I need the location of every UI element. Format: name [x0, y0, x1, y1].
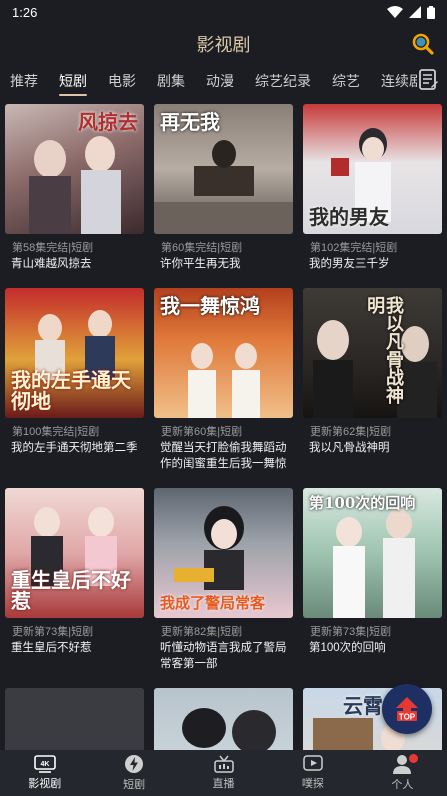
nav-short-drama[interactable]: 短剧 [89, 750, 178, 796]
poster-overlay-title: 第100次的回响 [309, 494, 416, 512]
drama-card[interactable]: 我的男友 第102集完结|短剧 我的男友三千岁 [303, 104, 442, 272]
nav-label: 影视剧 [28, 778, 62, 790]
app-bar: 影视剧 [0, 24, 447, 64]
episode-status: 更新第62集|短剧 [310, 426, 392, 438]
drama-card[interactable]: 我成了警局常客 更新第82集|短剧 听懂动物语言我成了警局常客第一部 [154, 488, 293, 672]
search-icon [412, 33, 434, 55]
bottom-nav: 4K 影视剧 短剧 直播 噗探 个人 [0, 750, 447, 796]
live-icon [213, 755, 234, 773]
drama-title: 许你平生再无我 [160, 258, 241, 270]
status-icons [387, 5, 435, 19]
drama-card[interactable]: 我一舞惊鸿 更新第60集|短剧 觉醒当天打脸偷我舞蹈动作的闺蜜重生后我一舞惊 [154, 288, 293, 472]
tab-variety-documentary[interactable]: 综艺纪录 [255, 64, 311, 98]
nav-label: 噗探 [301, 778, 324, 790]
tab-movie[interactable]: 电影 [108, 64, 136, 98]
poster-overlay-title: 我一舞惊鸿 [160, 294, 260, 318]
poster-image [154, 688, 293, 750]
drama-title: 重生皇后不好惹 [11, 642, 92, 654]
drama-title: 觉醒当天打脸偷我舞蹈动作的闺蜜重生后我一舞惊 [160, 442, 287, 470]
poster-overlay-title: 我的左手通天彻地 [11, 368, 131, 413]
poster-overlay-title: 我的男友 [309, 205, 389, 229]
nav-profile[interactable]: 个人 [358, 750, 447, 796]
lightning-icon [125, 755, 144, 773]
poster-overlay-title: 我成了警局常客 [160, 594, 266, 613]
poster-image: 重生皇后不好惹 [5, 488, 144, 618]
drama-card[interactable]: 再无我 第60集完结|短剧 许你平生再无我 [154, 104, 293, 272]
poster-image: 我的男友 [303, 104, 442, 234]
notification-badge [408, 754, 418, 763]
drama-title: 听懂动物语言我成了警局常客第一部 [160, 642, 287, 670]
page-title: 影视剧 [196, 35, 251, 55]
nav-explore[interactable]: 噗探 [268, 750, 357, 796]
poster-figures [182, 708, 276, 750]
poster-overlay-title: 再无我 [160, 110, 220, 134]
list-menu-icon [419, 69, 438, 90]
status-time: 1:26 [12, 4, 38, 20]
nav-live[interactable]: 直播 [179, 750, 268, 796]
episode-status: 更新第60集|短剧 [161, 426, 243, 438]
tab-series[interactable]: 剧集 [157, 64, 185, 98]
poster-image: 我成了警局常客 [154, 488, 293, 618]
drama-title: 青山难越风掠去 [11, 258, 92, 270]
drama-title: 我以凡骨战神明 [309, 442, 390, 454]
drama-grid: 风掠去 第58集完结|短剧 青山难越风掠去 再无我 第60集完结|短剧 许你平生… [0, 100, 447, 750]
drama-card[interactable] [154, 688, 293, 750]
nav-label: 短剧 [123, 779, 146, 791]
poster-overlay-title: 风掠去 [78, 110, 138, 134]
drama-title: 我的左手通天彻地第二季 [11, 442, 138, 454]
wifi-icon [387, 6, 403, 18]
tab-variety[interactable]: 综艺 [332, 64, 360, 98]
top-arrow-icon: TOP [396, 697, 418, 721]
episode-status: 更新第73集|短剧 [12, 626, 94, 638]
poster-image: 第100次的回响 [303, 488, 442, 618]
tab-short-drama[interactable]: 短剧 [59, 64, 87, 98]
episode-status: 第100集完结|短剧 [12, 426, 100, 438]
poster-image: 再无我 [154, 104, 293, 234]
top-label: TOP [399, 713, 416, 722]
poster-image [5, 688, 144, 750]
episode-status: 第60集完结|短剧 [161, 242, 243, 254]
poster-image: 风掠去 [5, 104, 144, 234]
drama-card[interactable]: 我的左手通天彻地 第100集完结|短剧 我的左手通天彻地第二季 [5, 288, 144, 456]
signal-icon [409, 6, 421, 18]
poster-overlay-title: 我以凡骨战神明 [364, 296, 404, 404]
drama-title: 第100次的回响 [309, 642, 386, 654]
nav-movies[interactable]: 4K 影视剧 [0, 750, 89, 796]
film-4k-icon: 4K [33, 755, 56, 773]
category-menu-button[interactable] [417, 68, 441, 94]
category-tabs: 推荐 短剧 电影 剧集 动漫 综艺纪录 综艺 连续剧 [0, 64, 447, 98]
back-to-top-button[interactable]: TOP [382, 684, 432, 734]
search-button[interactable] [411, 32, 435, 56]
poster-overlay-title: 重生皇后不好惹 [11, 568, 131, 613]
svg-text:4K: 4K [40, 761, 49, 768]
nav-label: 直播 [212, 778, 235, 790]
episode-status: 更新第73集|短剧 [310, 626, 392, 638]
status-bar: 1:26 [0, 0, 447, 24]
tab-anime[interactable]: 动漫 [206, 64, 234, 98]
drama-card[interactable]: 我以凡骨战神明 更新第62集|短剧 我以凡骨战神明 [303, 288, 442, 456]
battery-icon [427, 5, 435, 19]
drama-card[interactable] [5, 688, 144, 750]
poster-image: 我一舞惊鸿 [154, 288, 293, 418]
nav-label: 个人 [391, 779, 414, 791]
poster-image: 我的左手通天彻地 [5, 288, 144, 418]
episode-status: 第102集完结|短剧 [310, 242, 398, 254]
tab-recommend[interactable]: 推荐 [10, 64, 38, 98]
episode-status: 第58集完结|短剧 [12, 242, 94, 254]
drama-title: 我的男友三千岁 [309, 258, 390, 270]
drama-card[interactable]: 重生皇后不好惹 更新第73集|短剧 重生皇后不好惹 [5, 488, 144, 656]
episode-status: 更新第82集|短剧 [161, 626, 243, 638]
drama-card[interactable]: 第100次的回响 更新第73集|短剧 第100次的回响 [303, 488, 442, 656]
drama-card[interactable]: 风掠去 第58集完结|短剧 青山难越风掠去 [5, 104, 144, 272]
play-square-icon [303, 755, 323, 771]
poster-image: 我以凡骨战神明 [303, 288, 442, 418]
